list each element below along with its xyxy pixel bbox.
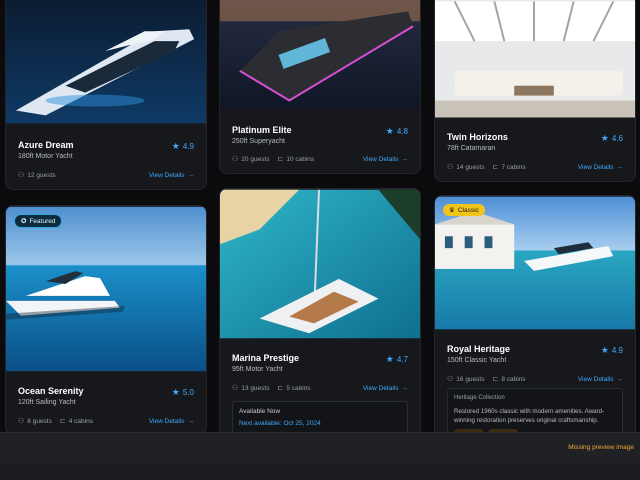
cabin-count: 4 cabins (68, 417, 93, 425)
yacht-type: 120ft Sailing Yacht (18, 399, 76, 406)
badge-label: Classic (457, 206, 479, 214)
star-badge-icon: ✪ (21, 218, 27, 225)
yacht-card-marina-prestige[interactable]: Marina Prestige 95ft Motor Yacht ★ 4.7 ⚇ 1… (219, 188, 421, 448)
bed-icon: ⊏ (277, 156, 284, 163)
availability-status: Available Now (239, 408, 281, 415)
yacht-type: 250ft Superyacht (232, 138, 285, 145)
guest-count: 14 guests (456, 163, 485, 171)
yacht-type: 78ft Catamaran (447, 145, 496, 152)
star-icon: ★ (385, 126, 394, 136)
rating-value: 4.7 (396, 355, 408, 364)
yacht-image (435, 0, 635, 118)
star-icon: ★ (171, 141, 180, 151)
rating: ★ 4.9 (172, 141, 194, 152)
view-details-label: View Details (577, 375, 614, 383)
rating: ★ 5.0 (172, 387, 194, 398)
bed-icon: ⊏ (492, 376, 499, 383)
rating: ★ 4.7 (386, 354, 408, 365)
rating-value: 4.8 (396, 127, 408, 136)
yacht-name: Twin Horizons (447, 132, 508, 142)
arrow-right-icon: → (187, 417, 195, 425)
yacht-image (220, 0, 420, 109)
users-icon: ⚇ (447, 164, 454, 171)
guest-count: 8 guests (27, 417, 52, 425)
view-details-label: View Details (577, 163, 614, 171)
preview-footer: Missing preview image (0, 432, 640, 480)
guest-count: 13 guests (241, 384, 270, 392)
rating-value: 4.9 (182, 142, 194, 151)
heritage-description: Restored 1960s classic with modern ameni… (454, 408, 605, 424)
view-details-link[interactable]: View Details → (363, 156, 408, 163)
rating-value: 4.6 (611, 134, 623, 143)
yacht-image (6, 0, 206, 124)
rating: ★ 4.6 (601, 133, 623, 144)
featured-badge: ✪ Featured (14, 214, 63, 228)
arrow-right-icon: → (616, 375, 624, 383)
bed-icon: ⊏ (492, 164, 499, 171)
view-details-label: View Details (148, 417, 185, 425)
arrow-right-icon: → (187, 171, 195, 179)
yacht-card-azure-dream[interactable]: Azure Dream 180ft Motor Yacht ★ 4.9 ⚇ 12 g… (5, 0, 207, 190)
users-icon: ⚇ (18, 172, 25, 179)
crown-icon: ♛ (449, 207, 455, 214)
view-details-link[interactable]: View Details → (578, 376, 623, 383)
rating-value: 5.0 (182, 388, 194, 397)
cabin-count: 5 cabins (286, 384, 311, 392)
yacht-name: Ocean Serenity (18, 386, 84, 396)
missing-preview-notice: Missing preview image (568, 444, 634, 451)
yacht-card-twin-horizons[interactable]: Twin Horizons 78ft Catamaran ★ 4.6 ⚇ 14 gu… (434, 0, 636, 182)
users-icon: ⚇ (447, 376, 454, 383)
guest-count: 20 guests (241, 155, 270, 163)
classic-badge: ♛ Classic (443, 204, 485, 216)
guest-count: 12 guests (27, 171, 56, 179)
yacht-type: 95ft Motor Yacht (232, 366, 283, 373)
view-details-link[interactable]: View Details → (363, 385, 408, 392)
users-icon: ⚇ (18, 418, 25, 425)
badge-label: Featured (29, 217, 56, 225)
arrow-right-icon: → (401, 384, 409, 392)
yacht-card-ocean-serenity[interactable]: ✪ Featured Ocean Serenity 120ft Sailing Y… (5, 205, 207, 435)
yacht-name: Azure Dream (18, 140, 74, 150)
next-available: Next available: Oct 25, 2024 (239, 420, 321, 427)
yacht-name: Royal Heritage (447, 344, 511, 354)
guest-count: 16 guests (456, 375, 485, 383)
yacht-image (435, 196, 635, 330)
yacht-type: 150ft Classic Yacht (447, 357, 507, 364)
view-details-label: View Details (148, 171, 185, 179)
rating: ★ 4.9 (601, 345, 623, 356)
star-icon: ★ (600, 133, 609, 143)
view-details-label: View Details (362, 384, 399, 392)
view-details-link[interactable]: View Details → (149, 172, 194, 179)
yacht-card-royal-heritage[interactable]: ♛ Classic Royal Heritage 150ft Classic Ya… (434, 195, 636, 455)
yacht-image (6, 206, 206, 372)
users-icon: ⚇ (232, 385, 239, 392)
heritage-label: Heritage Collection (454, 395, 505, 401)
star-icon: ★ (385, 354, 394, 364)
view-details-link[interactable]: View Details → (149, 418, 194, 425)
bed-icon: ⊏ (59, 418, 66, 425)
star-icon: ★ (600, 345, 609, 355)
arrow-right-icon: → (401, 155, 409, 163)
rating: ★ 4.8 (386, 126, 408, 137)
cabin-count: 7 cabins (501, 163, 526, 171)
yacht-card-platinum-elite[interactable]: Platinum Elite 250ft Superyacht ★ 4.8 ⚇ 20… (219, 0, 421, 174)
yacht-name: Platinum Elite (232, 125, 292, 135)
arrow-right-icon: → (616, 163, 624, 171)
yacht-type: 180ft Motor Yacht (18, 153, 73, 160)
bed-icon: ⊏ (277, 385, 284, 392)
view-details-label: View Details (362, 155, 399, 163)
view-details-link[interactable]: View Details → (578, 164, 623, 171)
users-icon: ⚇ (232, 156, 239, 163)
cabin-count: 8 cabins (501, 375, 526, 383)
cabin-count: 10 cabins (286, 155, 315, 163)
preview-strip (0, 433, 640, 463)
yacht-name: Marina Prestige (232, 353, 300, 363)
rating-value: 4.9 (611, 346, 623, 355)
yacht-image (220, 189, 420, 339)
star-icon: ★ (171, 387, 180, 397)
